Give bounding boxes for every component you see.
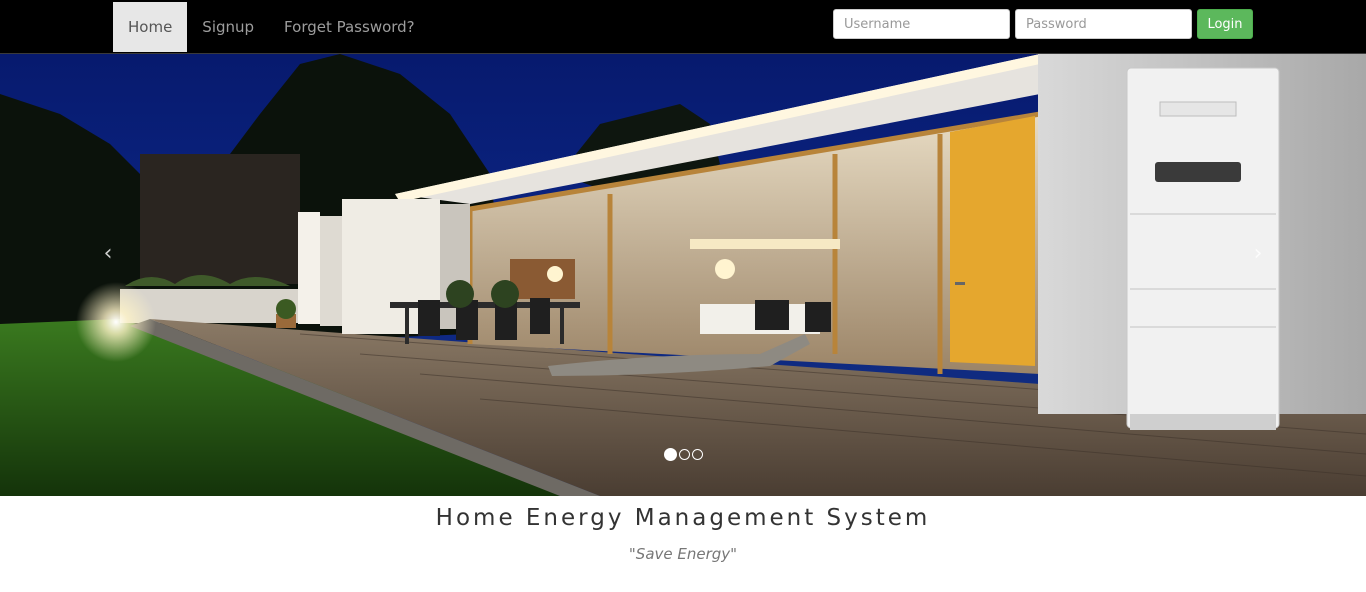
page-title: Home Energy Management System [435, 505, 931, 531]
nav-forget-password-link[interactable]: Forget Password? [269, 2, 430, 52]
username-input[interactable] [833, 9, 1010, 39]
hero-carousel: ‹ › [0, 54, 1366, 496]
carousel-indicator-2[interactable] [679, 449, 690, 460]
password-input[interactable] [1015, 9, 1192, 39]
carousel-indicator-1[interactable] [664, 448, 677, 461]
carousel-prev-control[interactable]: ‹ [78, 224, 138, 284]
tagline: "Save Energy" [628, 545, 738, 563]
login-button[interactable]: Login [1197, 9, 1253, 39]
hero-image [0, 54, 1366, 496]
nav-home-link[interactable]: Home [113, 2, 188, 52]
carousel-next-control[interactable]: › [1228, 224, 1288, 284]
carousel-indicator-3[interactable] [692, 449, 703, 460]
login-form: Login [833, 9, 1253, 39]
nav-signup-link[interactable]: Signup [187, 2, 269, 52]
carousel-indicators [664, 448, 705, 461]
navbar: Home Signup Forget Password? Login [0, 0, 1366, 54]
nav-links: Home Signup Forget Password? [113, 2, 430, 52]
